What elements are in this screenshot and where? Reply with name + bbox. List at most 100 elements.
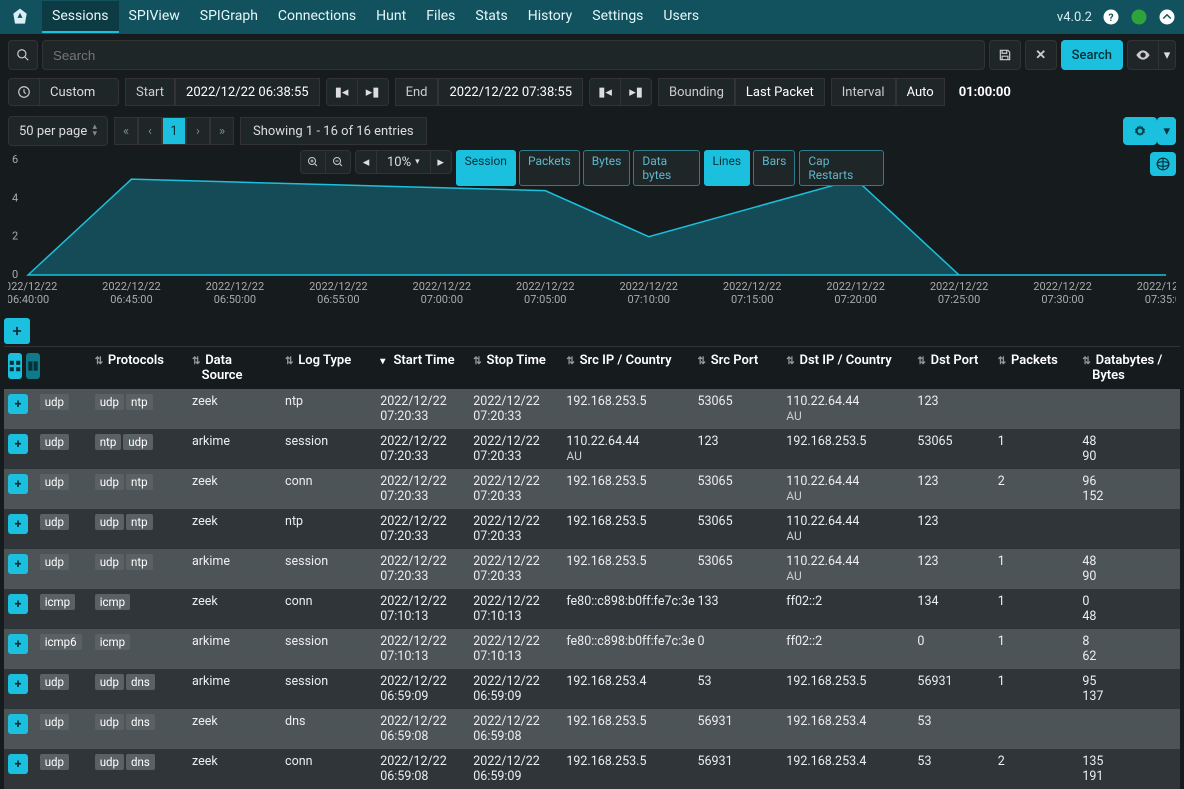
expand-icon[interactable]: + (8, 594, 28, 614)
chip-data-bytes[interactable]: Data bytes (633, 150, 699, 186)
expand-icon[interactable]: + (8, 554, 28, 574)
col-packets[interactable]: ⇅ Packets (994, 347, 1079, 390)
svg-text:07:20:00: 07:20:00 (834, 293, 876, 306)
table-row[interactable]: + icmp icmp zeek conn 2022/12/2207:10:13… (4, 589, 1180, 629)
chip-session[interactable]: Session (456, 150, 516, 186)
start-value[interactable]: 2022/12/22 06:38:55 (175, 78, 320, 106)
sessions-table: ⇅ Protocols⇅ Data Source⇅ Log Type▾ Star… (4, 346, 1180, 789)
interval-value[interactable]: Auto (896, 78, 945, 106)
pager-prev[interactable]: ‹ (138, 117, 162, 145)
nav-files[interactable]: Files (416, 1, 465, 33)
search-input[interactable] (42, 40, 985, 70)
col-dst-ip-country[interactable]: ⇅ Dst IP / Country (782, 347, 913, 390)
end-value[interactable]: 2022/12/22 07:38:55 (438, 78, 583, 106)
zoom-in-icon[interactable] (300, 150, 326, 174)
svg-text:2022/12/22: 2022/12/22 (826, 280, 885, 293)
search-icon[interactable] (8, 40, 38, 70)
expand-icon[interactable]: + (8, 434, 28, 454)
entries-text: Showing 1 - 16 of 16 entries (240, 117, 427, 145)
nav-users[interactable]: Users (653, 1, 709, 33)
svg-text:2022/12/22: 2022/12/22 (1033, 280, 1092, 293)
eye-dropdown[interactable]: ▾ (1158, 40, 1176, 70)
expand-icon[interactable]: + (8, 674, 28, 694)
chip-bars[interactable]: Bars (753, 150, 795, 186)
add-icon[interactable] (4, 318, 30, 344)
start-step-back[interactable]: ▮◂ (326, 78, 358, 106)
expand-icon[interactable]: + (8, 754, 28, 774)
grid-icon[interactable] (8, 353, 22, 379)
svg-text:07:15:00: 07:15:00 (731, 293, 773, 306)
end-label: End (395, 78, 439, 106)
start-step-fwd[interactable]: ▸▮ (357, 78, 389, 106)
eye-button[interactable] (1127, 40, 1159, 70)
svg-text:06:45:00: 06:45:00 (110, 293, 152, 306)
svg-text:06:50:00: 06:50:00 (214, 293, 256, 306)
table-row[interactable]: + udp ntpudp arkime session 2022/12/2207… (4, 429, 1180, 469)
chart-controls: ◂ 10%▾ ▸ SessionPacketsBytesData bytes L… (300, 150, 884, 186)
chip-bytes[interactable]: Bytes (583, 150, 631, 186)
expand-icon[interactable]: + (8, 514, 28, 534)
table-row[interactable]: + udp udpdns zeek conn 2022/12/2206:59:0… (4, 749, 1180, 789)
col-log-type[interactable]: ⇅ Log Type (281, 347, 376, 390)
col-src-ip-country[interactable]: ⇅ Src IP / Country (562, 347, 693, 390)
table-row[interactable]: + udp udpdns arkime session 2022/12/2206… (4, 669, 1180, 709)
status-icon[interactable] (1130, 8, 1148, 26)
nav-sessions[interactable]: Sessions (42, 1, 119, 33)
nav-hunt[interactable]: Hunt (366, 1, 416, 33)
nav-spigraph[interactable]: SPIGraph (190, 1, 268, 33)
table-row[interactable]: + icmp6 icmp arkime session 2022/12/2207… (4, 629, 1180, 669)
table-row[interactable]: + udp udpdns zeek dns 2022/12/2206:59:08… (4, 709, 1180, 749)
nav-history[interactable]: History (518, 1, 583, 33)
nav-connections[interactable]: Connections (268, 1, 366, 33)
pager: « ‹ 1 › » (114, 117, 234, 145)
pager-page[interactable]: 1 (162, 117, 186, 145)
expand-icon[interactable]: + (8, 474, 28, 494)
nav-settings[interactable]: Settings (582, 1, 653, 33)
expand-icon[interactable]: + (8, 394, 28, 414)
col-databytes-bytes[interactable]: ⇅ Databytes / Bytes (1078, 347, 1180, 390)
col-start-time[interactable]: ▾ Start Time (376, 347, 469, 390)
collapse-icon[interactable] (1158, 8, 1176, 26)
svg-text:06:40:00: 06:40:00 (8, 293, 49, 306)
per-page-select[interactable]: 50 per page ▴▾ (8, 116, 108, 146)
end-step-fwd[interactable]: ▸▮ (620, 78, 652, 106)
save-query-button[interactable] (989, 40, 1021, 70)
time-range-select[interactable]: Custom (39, 78, 119, 106)
expand-icon[interactable]: + (8, 634, 28, 654)
chip-packets[interactable]: Packets (519, 150, 580, 186)
chip-lines[interactable]: Lines (704, 150, 751, 186)
col-data-source[interactable]: ⇅ Data Source (188, 347, 281, 390)
search-button[interactable]: Search (1061, 40, 1123, 70)
svg-text:2022/12/22: 2022/12/22 (102, 280, 161, 293)
settings-dropdown[interactable]: ▾ (1157, 117, 1176, 145)
table-row[interactable]: + udp udpntp zeek ntp 2022/12/2207:20:33… (4, 509, 1180, 549)
chip-cap-restarts[interactable]: Cap Restarts (799, 150, 884, 186)
clear-button[interactable]: ✕ (1025, 40, 1057, 70)
col-dst-port[interactable]: ⇅ Dst Port (913, 347, 993, 390)
table-row[interactable]: + udp udpntp arkime session 2022/12/2207… (4, 549, 1180, 589)
pager-last[interactable]: » (210, 117, 234, 145)
zoom-out-icon[interactable] (325, 150, 351, 174)
expand-icon[interactable]: + (8, 714, 28, 734)
settings-gear[interactable] (1123, 117, 1157, 145)
nav-spiview[interactable]: SPIView (119, 1, 190, 33)
bounding-value[interactable]: Last Packet (735, 78, 825, 106)
zoom-next[interactable]: ▸ (430, 150, 452, 174)
end-step-back[interactable]: ▮◂ (589, 78, 621, 106)
col-protocols[interactable]: ⇅ Protocols (91, 347, 188, 390)
nav-stats[interactable]: Stats (465, 1, 517, 33)
pager-first[interactable]: « (114, 117, 138, 145)
help-icon[interactable]: ? (1102, 8, 1120, 26)
columns-icon[interactable] (26, 353, 40, 379)
time-range-icon[interactable] (8, 78, 40, 106)
col-src-port[interactable]: ⇅ Src Port (693, 347, 782, 390)
table-row[interactable]: + udp udpntp zeek ntp 2022/12/2207:20:33… (4, 389, 1180, 429)
table-row[interactable]: + udp udpntp zeek conn 2022/12/2207:20:3… (4, 469, 1180, 509)
zoom-prev[interactable]: ◂ (355, 150, 377, 174)
time-bar: Custom Start 2022/12/22 06:38:55 ▮◂ ▸▮ E… (0, 76, 1184, 112)
pager-next[interactable]: › (186, 117, 210, 145)
svg-text:07:30:00: 07:30:00 (1041, 293, 1083, 306)
chart-area: ◂ 10%▾ ▸ SessionPacketsBytesData bytes L… (8, 150, 1176, 310)
col-stop-time[interactable]: ⇅ Stop Time (469, 347, 562, 390)
zoom-value[interactable]: 10%▾ (376, 150, 431, 174)
